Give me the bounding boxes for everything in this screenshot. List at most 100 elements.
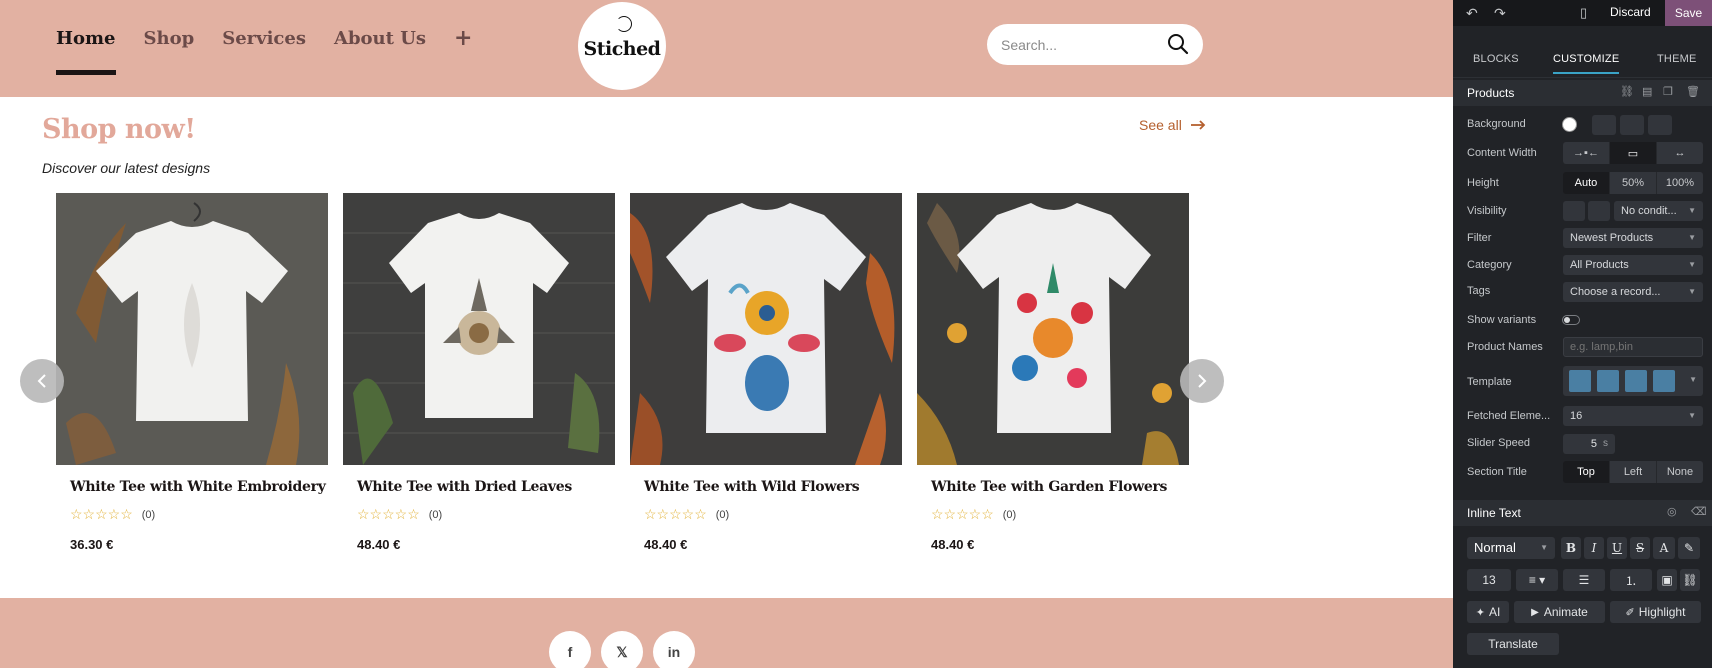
product-card[interactable]: White Tee with White Embroidery ☆☆☆☆☆ (0…	[56, 193, 328, 552]
width-regular-icon[interactable]: ▭	[1609, 142, 1656, 164]
product-name[interactable]: White Tee with White Embroidery	[70, 479, 326, 495]
underline-button[interactable]: U	[1607, 537, 1627, 559]
section-title[interactable]: Shop now!	[42, 114, 196, 145]
carousel-next-button[interactable]	[1180, 359, 1224, 403]
category-dropdown[interactable]: All Products ▼	[1563, 255, 1703, 275]
text-style-dropdown[interactable]: Normal ▼	[1467, 537, 1555, 559]
product-price: 48.40 €	[644, 537, 688, 552]
product-image[interactable]	[343, 193, 615, 465]
background-video-icon[interactable]	[1620, 115, 1644, 135]
product-card[interactable]: White Tee with Garden Flowers ☆☆☆☆☆ (0) …	[917, 193, 1189, 552]
section-title-none-option[interactable]: None	[1656, 461, 1703, 483]
font-size-input[interactable]: 13	[1467, 569, 1511, 591]
linkedin-icon[interactable]: in	[653, 631, 695, 668]
link-icon[interactable]: ⛓	[1620, 85, 1634, 98]
slider-speed-label: Slider Speed	[1467, 437, 1530, 449]
tab-theme[interactable]: THEME	[1657, 53, 1697, 65]
nav-shop[interactable]: Shop	[144, 28, 195, 49]
undo-icon[interactable]: ↶	[1466, 5, 1478, 22]
width-full-icon[interactable]: ↔	[1656, 142, 1703, 164]
section-title-top-option[interactable]: Top	[1563, 461, 1609, 483]
height-label: Height	[1467, 177, 1499, 189]
add-menu-item-icon[interactable]: +	[454, 27, 472, 49]
tags-label: Tags	[1467, 285, 1491, 297]
search-icon[interactable]	[1167, 33, 1189, 55]
carousel-prev-button[interactable]	[20, 359, 64, 403]
hide-mobile-icon[interactable]	[1588, 201, 1610, 221]
strikethrough-button[interactable]: S	[1630, 537, 1650, 559]
show-variants-label: Show variants	[1467, 314, 1537, 326]
filter-value: Newest Products	[1570, 232, 1654, 244]
height-100-option[interactable]: 100%	[1656, 172, 1703, 194]
content-width-control: →▪← ▭ ↔	[1563, 142, 1703, 164]
mobile-preview-icon[interactable]: ▯	[1580, 5, 1587, 21]
italic-button[interactable]: I	[1584, 537, 1604, 559]
product-image[interactable]	[917, 193, 1189, 465]
x-twitter-icon[interactable]: 𝕏	[601, 631, 643, 668]
highlight-button[interactable]: ✐ Highlight	[1610, 601, 1701, 623]
highlight-brush-icon[interactable]: ✎	[1678, 537, 1700, 559]
tab-blocks[interactable]: BLOCKS	[1473, 53, 1519, 65]
height-auto-option[interactable]: Auto	[1563, 172, 1609, 194]
save-button[interactable]: Save	[1665, 0, 1712, 26]
show-variants-toggle[interactable]	[1562, 315, 1580, 325]
background-gradient-icon[interactable]	[1648, 115, 1672, 135]
caret-down-icon: ▼	[1688, 233, 1696, 242]
see-all-link[interactable]: See all	[1139, 117, 1206, 133]
bold-button[interactable]: B	[1561, 537, 1581, 559]
product-name[interactable]: White Tee with Dried Leaves	[357, 479, 572, 495]
width-small-icon[interactable]: →▪←	[1563, 142, 1609, 164]
highlight-label: Highlight	[1638, 605, 1686, 619]
review-count: (0)	[1002, 508, 1017, 521]
eraser-icon[interactable]: ⌫	[1691, 505, 1707, 518]
section-title-left-option[interactable]: Left	[1609, 461, 1656, 483]
discard-button[interactable]: Discard	[1610, 5, 1651, 19]
text-color-button[interactable]: A	[1653, 537, 1675, 559]
slider-speed-input[interactable]: 5 s	[1563, 434, 1615, 454]
trash-icon[interactable]: 🗑	[1686, 85, 1700, 98]
products-section-title: Products	[1467, 86, 1515, 100]
template-selector[interactable]: ▼	[1563, 366, 1703, 396]
background-image-icon[interactable]	[1592, 115, 1616, 135]
caret-down-icon: ▼	[1540, 543, 1548, 552]
product-image[interactable]	[56, 193, 328, 465]
product-card[interactable]: White Tee with Dried Leaves ☆☆☆☆☆ (0) 48…	[343, 193, 615, 552]
insert-link-icon[interactable]: ⛓	[1680, 569, 1700, 591]
inline-text-title: Inline Text	[1467, 506, 1521, 520]
inline-text-header: Inline Text ◎ ⌫	[1453, 500, 1712, 526]
align-dropdown-icon[interactable]: ≡ ▾	[1516, 569, 1558, 591]
nav-about-us[interactable]: About Us	[334, 28, 426, 49]
product-image[interactable]	[630, 193, 902, 465]
background-color-swatch[interactable]	[1562, 117, 1577, 132]
save-block-icon[interactable]: ▤	[1642, 85, 1652, 98]
ai-button[interactable]: ✦ AI	[1467, 601, 1509, 623]
animate-button[interactable]: ▶ Animate	[1514, 601, 1605, 623]
section-subtitle[interactable]: Discover our latest designs	[42, 160, 210, 176]
slider-speed-value: 5	[1590, 438, 1597, 450]
redo-icon[interactable]: ↷	[1494, 5, 1506, 22]
fetched-elements-dropdown[interactable]: 16 ▼	[1563, 406, 1703, 426]
numbered-list-icon[interactable]: ⒈	[1610, 569, 1652, 591]
insert-image-icon[interactable]: ▣	[1657, 569, 1677, 591]
filter-dropdown[interactable]: Newest Products ▼	[1563, 228, 1703, 248]
hide-eye-icon[interactable]: ◎	[1667, 505, 1677, 518]
height-50-option[interactable]: 50%	[1609, 172, 1656, 194]
translate-button[interactable]: Translate	[1467, 633, 1559, 655]
product-name[interactable]: White Tee with Wild Flowers	[644, 479, 860, 495]
search-input[interactable]	[1001, 34, 1161, 56]
product-name[interactable]: White Tee with Garden Flowers	[931, 479, 1167, 495]
tab-customize[interactable]: CUSTOMIZE	[1553, 53, 1620, 74]
nav-services[interactable]: Services	[222, 28, 306, 49]
facebook-icon[interactable]: f	[549, 631, 591, 668]
site-logo[interactable]: Stiched	[578, 2, 666, 90]
visibility-dropdown[interactable]: No condit... ▼	[1614, 201, 1703, 221]
visibility-value: No condit...	[1621, 205, 1677, 217]
duplicate-icon[interactable]: ❐	[1663, 85, 1673, 98]
bullet-list-icon[interactable]: ☰	[1563, 569, 1605, 591]
caret-down-icon: ▼	[1688, 260, 1696, 269]
nav-home[interactable]: Home	[56, 28, 116, 75]
tags-dropdown[interactable]: Choose a record... ▼	[1563, 282, 1703, 302]
product-names-input[interactable]	[1563, 337, 1703, 357]
hide-desktop-icon[interactable]	[1563, 201, 1585, 221]
product-card[interactable]: White Tee with Wild Flowers ☆☆☆☆☆ (0) 48…	[630, 193, 902, 552]
